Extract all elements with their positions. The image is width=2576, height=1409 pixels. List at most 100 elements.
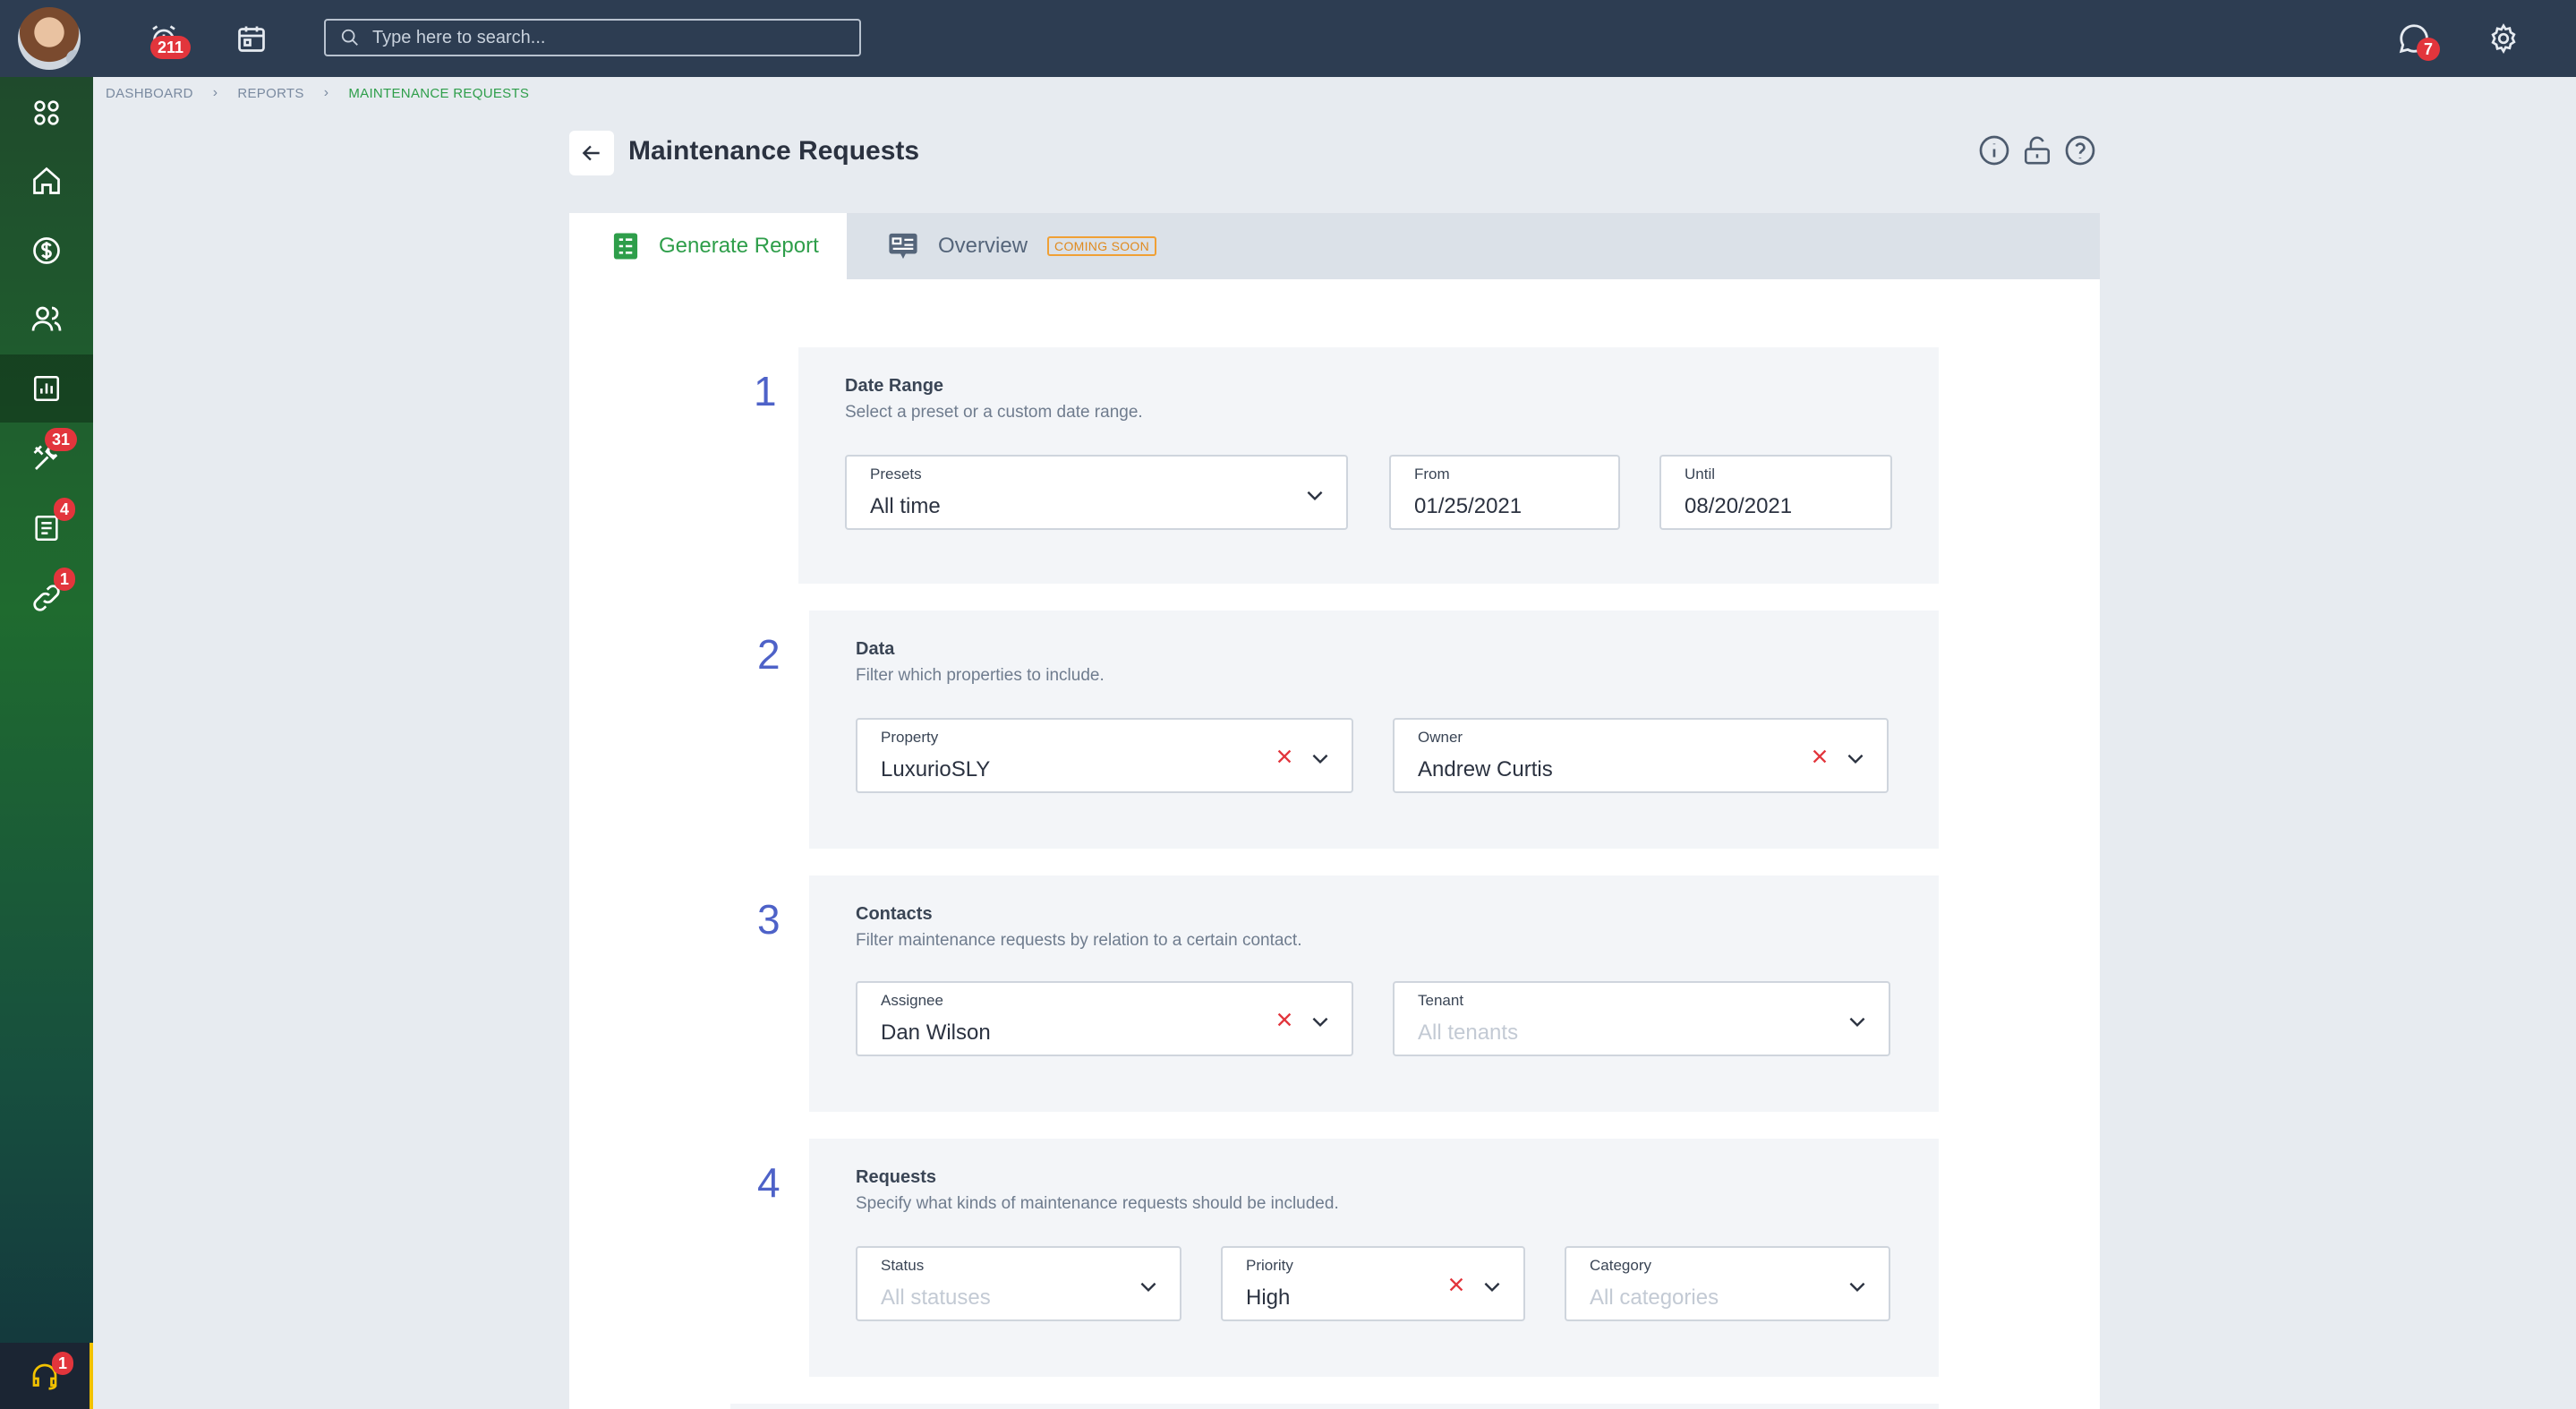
messages-button[interactable]: 7 bbox=[2392, 16, 2440, 61]
info-button[interactable] bbox=[1976, 132, 2012, 168]
field-label: Owner bbox=[1418, 729, 1463, 746]
info-icon bbox=[1979, 135, 2009, 166]
links-badge: 1 bbox=[54, 568, 75, 591]
section-number: 4 bbox=[757, 1159, 780, 1206]
settings-button[interactable] bbox=[2481, 16, 2526, 61]
field-value: Andrew Curtis bbox=[1418, 757, 1553, 781]
sidebar-item-finance[interactable] bbox=[0, 217, 93, 285]
sidebar-item-maintenance[interactable]: 31 bbox=[0, 424, 93, 492]
sidebar-item-home[interactable] bbox=[0, 147, 93, 215]
field-label: Until bbox=[1685, 465, 1716, 482]
sidebar-item-reports[interactable] bbox=[0, 354, 93, 423]
overview-card-icon bbox=[888, 232, 918, 260]
field-value: 08/20/2021 bbox=[1685, 494, 1793, 518]
status-select[interactable]: Status All statuses bbox=[856, 1246, 1181, 1321]
clear-x-icon[interactable] bbox=[1446, 1275, 1466, 1294]
documents-badge: 4 bbox=[54, 498, 75, 521]
until-date-field[interactable]: Until 08/20/2021 bbox=[1659, 455, 1892, 530]
section-contacts: 3 Contacts Filter maintenance requests b… bbox=[730, 875, 1939, 1112]
support-button[interactable]: 1 bbox=[0, 1343, 93, 1409]
chevron-down-icon bbox=[1312, 1017, 1328, 1028]
field-label: From bbox=[1414, 465, 1450, 482]
chevron-right-icon: › bbox=[323, 85, 329, 100]
search-input[interactable] bbox=[372, 27, 838, 48]
field-placeholder: All categories bbox=[1590, 1285, 1719, 1310]
user-avatar[interactable] bbox=[18, 7, 81, 70]
field-value: LuxurioSLY bbox=[881, 757, 991, 781]
section-description: Select a preset or a custom date range. bbox=[845, 403, 1143, 422]
assignee-select[interactable]: Assignee Dan Wilson bbox=[856, 981, 1353, 1056]
section-title: Date Range bbox=[845, 376, 944, 396]
sidebar-item-links[interactable]: 1 bbox=[0, 564, 93, 632]
back-button[interactable] bbox=[569, 131, 614, 175]
top-bar: 211 7 bbox=[0, 0, 2576, 77]
report-sheet-icon bbox=[612, 232, 639, 260]
sidebar-item-apps[interactable] bbox=[0, 79, 93, 147]
presets-select[interactable]: Presets All time bbox=[845, 455, 1348, 530]
chevron-down-icon bbox=[1140, 1282, 1156, 1293]
section-description: Specify what kinds of maintenance reques… bbox=[856, 1194, 1339, 1213]
alerts-badge: 211 bbox=[150, 36, 192, 59]
sidebar-item-contacts[interactable] bbox=[0, 285, 93, 353]
clear-x-icon[interactable] bbox=[1810, 747, 1830, 766]
bar-chart-icon bbox=[33, 375, 60, 402]
chevron-down-icon bbox=[1847, 754, 1864, 764]
field-label: Assignee bbox=[881, 992, 943, 1009]
gear-icon bbox=[2491, 23, 2516, 54]
priority-select[interactable]: Priority High bbox=[1221, 1246, 1525, 1321]
tenant-select[interactable]: Tenant All tenants bbox=[1393, 981, 1890, 1056]
field-value: High bbox=[1246, 1285, 1291, 1310]
dollar-circle-icon bbox=[33, 237, 60, 264]
help-button[interactable] bbox=[2062, 132, 2098, 168]
section-number: 1 bbox=[754, 368, 777, 414]
chevron-down-icon bbox=[1849, 1282, 1865, 1293]
apps-grid-icon bbox=[34, 100, 59, 125]
field-label: Tenant bbox=[1418, 992, 1464, 1009]
section-title: Contacts bbox=[856, 904, 933, 924]
people-icon bbox=[31, 306, 62, 331]
owner-select[interactable]: Owner Andrew Curtis bbox=[1393, 718, 1889, 793]
page-title: Maintenance Requests bbox=[628, 136, 920, 166]
breadcrumb-dashboard[interactable]: DASHBOARD bbox=[106, 86, 193, 101]
calendar-button[interactable] bbox=[229, 16, 274, 61]
field-label: Priority bbox=[1246, 1257, 1293, 1274]
breadcrumb-reports[interactable]: REPORTS bbox=[237, 86, 303, 101]
question-circle-icon bbox=[2065, 135, 2095, 166]
property-select[interactable]: Property LuxurioSLY bbox=[856, 718, 1353, 793]
chevron-down-icon bbox=[1849, 1017, 1865, 1028]
pin-icon bbox=[66, 50, 81, 66]
field-label: Property bbox=[881, 729, 939, 746]
section-number: 2 bbox=[757, 631, 780, 678]
field-label: Status bbox=[881, 1257, 925, 1274]
tab-bar: Generate Report Overview COMING SOON bbox=[569, 213, 2100, 279]
category-select[interactable]: Category All categories bbox=[1565, 1246, 1890, 1321]
field-value: All time bbox=[870, 494, 941, 518]
tab-overview-label: Overview bbox=[938, 234, 1028, 258]
tab-overview[interactable]: Overview COMING SOON bbox=[847, 213, 1157, 279]
tab-generate-report[interactable]: Generate Report bbox=[569, 213, 847, 279]
chevron-right-icon: › bbox=[212, 85, 218, 100]
chevron-down-icon bbox=[1312, 754, 1328, 764]
alerts-button[interactable]: 211 bbox=[141, 16, 192, 61]
home-icon bbox=[33, 167, 60, 194]
field-placeholder: All tenants bbox=[1418, 1020, 1519, 1045]
section-number: 3 bbox=[757, 896, 780, 943]
section-title: Requests bbox=[856, 1167, 937, 1187]
unlock-button[interactable] bbox=[2019, 132, 2055, 168]
section-description: Filter which properties to include. bbox=[856, 666, 1105, 685]
clear-x-icon[interactable] bbox=[1275, 1010, 1294, 1029]
from-date-field[interactable]: From 01/25/2021 bbox=[1389, 455, 1620, 530]
search-bar[interactable] bbox=[324, 19, 861, 56]
sidebar: 31 4 1 bbox=[0, 77, 93, 1409]
section-requests: 4 Requests Specify what kinds of mainten… bbox=[730, 1139, 1939, 1377]
search-icon bbox=[341, 29, 358, 46]
tab-generate-report-label: Generate Report bbox=[659, 234, 819, 258]
field-value: 01/25/2021 bbox=[1414, 494, 1523, 518]
report-card: Generate Report Overview COMING SOON 1 D… bbox=[569, 213, 2100, 1409]
maintenance-badge: 31 bbox=[45, 428, 78, 451]
clear-x-icon[interactable] bbox=[1275, 747, 1294, 766]
section-next-partial bbox=[730, 1404, 1939, 1409]
field-label: Presets bbox=[870, 465, 922, 482]
sidebar-item-documents[interactable]: 4 bbox=[0, 494, 93, 562]
section-title: Data bbox=[856, 639, 895, 659]
